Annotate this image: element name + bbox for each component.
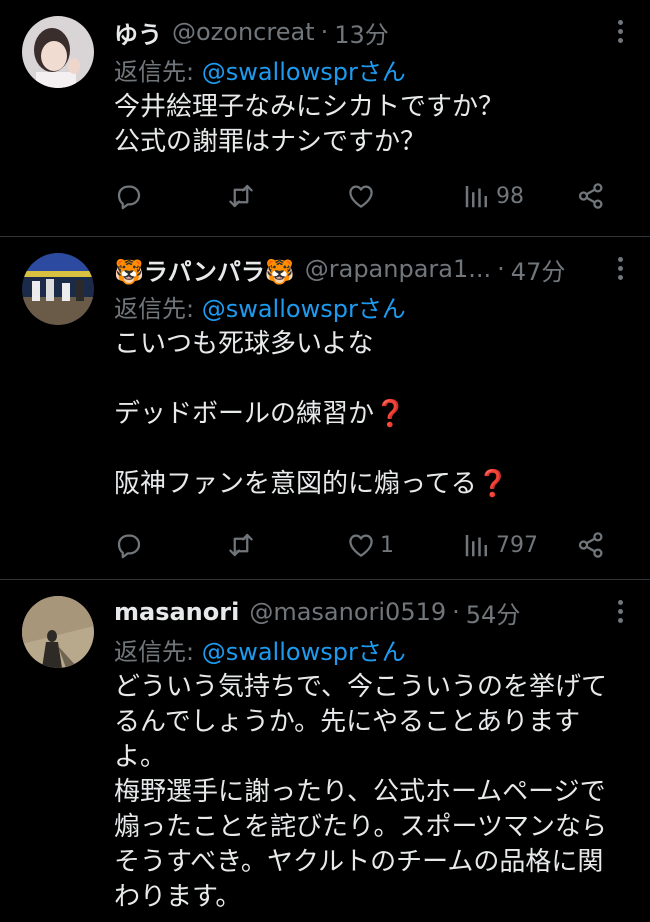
text-line-content: デッドボールの練習か — [114, 399, 375, 429]
text-line: るんでしょうか。先にやることあります — [114, 707, 581, 737]
more-icon[interactable] — [618, 257, 624, 283]
text-line: こいつも死球多いよな — [114, 329, 374, 359]
reply-to-mention[interactable]: @swallowsprさん — [202, 58, 406, 86]
text-line: 梅野選手に謝ったり、公式ホームページで — [114, 777, 606, 807]
separator-dot: · — [452, 598, 460, 626]
text-line: どういう気持ちで、今こういうのを挙げて — [114, 672, 607, 702]
reply-to-label: 返信先: — [114, 295, 202, 323]
text-line: 公式の謝罪はナシですか？ — [114, 127, 427, 157]
tweet-text: 今井絵理子なみにシカトですか？ 公式の謝罪はナシですか？ — [114, 90, 630, 160]
text-line: よ。 — [114, 742, 167, 772]
tweet-1[interactable]: ゆう @ozoncreat · 13分 返信先: @swallowsprさん 今… — [0, 0, 650, 236]
avatar[interactable] — [22, 596, 94, 668]
user-handle[interactable]: @rapanpara1... — [305, 255, 491, 283]
text-line: わります。 — [114, 882, 242, 912]
like-count: 1 — [380, 532, 394, 558]
action-bar: 1 797 — [114, 525, 614, 565]
retweet-icon — [229, 533, 253, 557]
user-handle[interactable]: @ozoncreat — [172, 18, 315, 46]
like-button[interactable] — [346, 176, 380, 216]
red-question-emoji: ❓ — [374, 399, 407, 429]
timestamp[interactable]: 13分 — [334, 15, 389, 50]
text-line-content: 阪神ファンを意図的に煽ってる — [114, 469, 477, 499]
retweet-button[interactable] — [226, 525, 256, 565]
reply-to-mention[interactable]: @swallowsprさん — [202, 638, 406, 666]
tweet-text: こいつも死球多いよな デッドボールの練習か❓ 阪神ファンを意図的に煽ってる❓ — [114, 327, 630, 502]
display-name[interactable]: masanori — [114, 598, 239, 626]
view-count: 98 — [496, 183, 524, 209]
tiger-emoji: 🐯 — [264, 257, 295, 286]
view-count: 797 — [496, 532, 538, 558]
reply-to-line: 返信先: @swallowsprさん — [114, 632, 406, 667]
tweet-header: masanori @masanori0519 · 54分 — [114, 594, 602, 630]
text-line: 煽ったことを詫びたり。スポーツマンなら — [114, 812, 607, 842]
tweet-header: 🐯ラパンパラ🐯 @rapanpara1... · 47分 — [114, 251, 602, 287]
tweet-header: ゆう @ozoncreat · 13分 — [114, 14, 602, 50]
share-button[interactable] — [576, 176, 606, 216]
text-line: そうすべき。ヤクルトのチームの品格に関 — [114, 847, 604, 877]
reply-to-mention[interactable]: @swallowsprさん — [202, 295, 406, 323]
views-button[interactable]: 797 — [462, 525, 538, 565]
like-icon — [349, 534, 373, 557]
like-button[interactable]: 1 — [346, 525, 394, 565]
reply-icon — [117, 534, 141, 559]
reply-to-label: 返信先: — [114, 58, 202, 86]
retweet-icon — [229, 184, 253, 208]
text-line: 阪神ファンを意図的に煽ってる❓ — [114, 467, 630, 502]
views-icon — [465, 186, 487, 208]
tweet-2[interactable]: 🐯ラパンパラ🐯 @rapanpara1... · 47分 返信先: @swall… — [0, 237, 650, 579]
display-name-text: ラパンパラ — [143, 257, 265, 286]
tiger-emoji: 🐯 — [114, 257, 144, 286]
reply-to-line: 返信先: @swallowsprさん — [114, 289, 406, 324]
retweet-button[interactable] — [226, 176, 256, 216]
text-line: 今井絵理子なみにシカトですか？ — [114, 92, 505, 122]
display-name[interactable]: 🐯ラパンパラ🐯 — [114, 252, 295, 287]
avatar[interactable] — [22, 253, 94, 325]
reply-to-line: 返信先: @swallowsprさん — [114, 52, 406, 87]
display-name[interactable]: ゆう — [114, 15, 162, 50]
more-icon[interactable] — [618, 600, 624, 626]
reply-to-label: 返信先: — [114, 638, 202, 666]
share-icon — [578, 183, 603, 209]
user-handle[interactable]: @masanori0519 — [249, 598, 446, 626]
more-icon[interactable] — [618, 20, 624, 46]
separator-dot: · — [320, 18, 329, 46]
separator-dot: · — [497, 255, 505, 283]
timestamp[interactable]: 47分 — [511, 252, 566, 287]
reply-button[interactable] — [114, 525, 144, 565]
action-bar: 98 — [114, 176, 614, 216]
share-icon — [578, 532, 603, 558]
views-button[interactable]: 98 — [462, 176, 524, 216]
text-line: デッドボールの練習か❓ — [114, 397, 630, 432]
reply-button[interactable] — [114, 176, 144, 216]
reply-icon — [117, 185, 141, 210]
red-question-emoji: ❓ — [476, 469, 510, 499]
share-button[interactable] — [576, 525, 606, 565]
tweet-text: どういう気持ちで、今こういうのを挙げて るんでしょうか。先にやることあります よ… — [114, 670, 630, 915]
avatar[interactable] — [22, 16, 94, 88]
tweet-3[interactable]: masanori @masanori0519 · 54分 返信先: @swall… — [0, 580, 650, 922]
views-icon — [465, 535, 487, 557]
like-icon — [349, 185, 373, 208]
timestamp[interactable]: 54分 — [466, 595, 521, 630]
